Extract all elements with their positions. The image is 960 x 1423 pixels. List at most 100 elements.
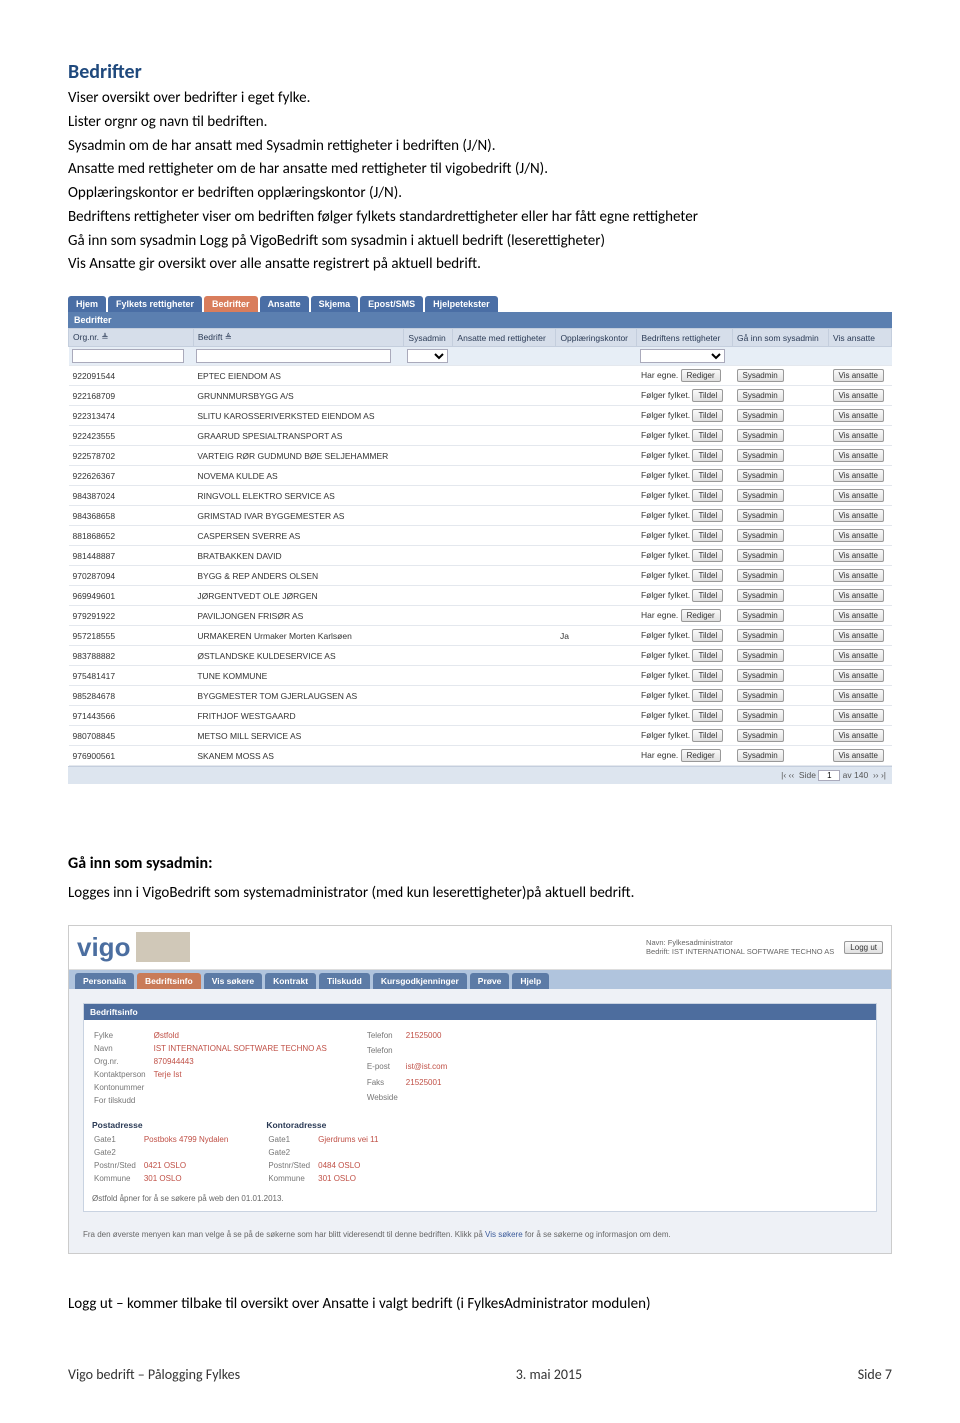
- tab-skjema[interactable]: Skjema: [311, 296, 359, 312]
- sysadmin-button[interactable]: Sysadmin: [737, 469, 784, 482]
- tildel-button[interactable]: Tildel: [692, 709, 723, 722]
- cell-ansatte-rett: [453, 486, 556, 506]
- tab2-personalia[interactable]: Personalia: [75, 973, 134, 989]
- tab-hjem[interactable]: Hjem: [68, 296, 106, 312]
- tildel-button[interactable]: Tildel: [692, 569, 723, 582]
- vis-ansatte-button[interactable]: Vis ansatte: [833, 669, 884, 682]
- vis-ansatte-button[interactable]: Vis ansatte: [833, 729, 884, 742]
- filter-input[interactable]: [196, 349, 390, 363]
- tab2-bedriftsinfo[interactable]: Bedriftsinfo: [137, 973, 201, 989]
- column-header[interactable]: Vis ansatte: [829, 329, 892, 347]
- vis-ansatte-button[interactable]: Vis ansatte: [833, 529, 884, 542]
- tildel-button[interactable]: Tildel: [692, 589, 723, 602]
- tildel-button[interactable]: Tildel: [692, 509, 723, 522]
- column-header[interactable]: Bedrift ≜: [193, 329, 404, 347]
- tildel-button[interactable]: Tildel: [692, 629, 723, 642]
- column-header[interactable]: Sysadmin: [404, 329, 453, 347]
- sysadmin-button[interactable]: Sysadmin: [737, 629, 784, 642]
- tab2-tilskudd[interactable]: Tilskudd: [319, 973, 370, 989]
- sysadmin-button[interactable]: Sysadmin: [737, 609, 784, 622]
- tab-hjelpetekster[interactable]: Hjelpetekster: [425, 296, 498, 312]
- vis-sokere-link[interactable]: Vis søkere: [485, 1230, 523, 1239]
- sysadmin-button[interactable]: Sysadmin: [737, 749, 784, 762]
- filter-select[interactable]: [407, 349, 448, 363]
- tab-epost-sms[interactable]: Epost/SMS: [360, 296, 423, 312]
- tab-bedrifter[interactable]: Bedrifter: [204, 296, 258, 312]
- vis-ansatte-button[interactable]: Vis ansatte: [833, 629, 884, 642]
- vis-ansatte-button[interactable]: Vis ansatte: [833, 489, 884, 502]
- tildel-button[interactable]: Tildel: [692, 469, 723, 482]
- tab2-prøve[interactable]: Prøve: [470, 973, 510, 989]
- tildel-button[interactable]: Tildel: [692, 429, 723, 442]
- sysadmin-button[interactable]: Sysadmin: [737, 649, 784, 662]
- tildel-button[interactable]: Tildel: [692, 649, 723, 662]
- pager-page-input[interactable]: [818, 770, 840, 781]
- column-header[interactable]: Opplæringskontor: [556, 329, 637, 347]
- vis-ansatte-button[interactable]: Vis ansatte: [833, 449, 884, 462]
- tab2-hjelp[interactable]: Hjelp: [512, 973, 549, 989]
- tildel-button[interactable]: Tildel: [692, 729, 723, 742]
- column-header[interactable]: Gå inn som sysadmin: [733, 329, 829, 347]
- vis-ansatte-button[interactable]: Vis ansatte: [833, 609, 884, 622]
- sysadmin-button[interactable]: Sysadmin: [737, 449, 784, 462]
- sysadmin-button[interactable]: Sysadmin: [737, 549, 784, 562]
- intro-line: Vis Ansatte gir oversikt over alle ansat…: [68, 254, 892, 276]
- vis-ansatte-button[interactable]: Vis ansatte: [833, 749, 884, 762]
- open-note: Østfold åpner for å se søkere på web den…: [92, 1194, 868, 1203]
- sysadmin-button[interactable]: Sysadmin: [737, 669, 784, 682]
- vis-ansatte-button[interactable]: Vis ansatte: [833, 549, 884, 562]
- vis-ansatte-button[interactable]: Vis ansatte: [833, 469, 884, 482]
- vis-ansatte-button[interactable]: Vis ansatte: [833, 389, 884, 402]
- cell-vis-ansatte: Vis ansatte: [829, 666, 892, 686]
- tildel-button[interactable]: Tildel: [692, 389, 723, 402]
- rediger-button[interactable]: Rediger: [681, 749, 721, 762]
- rediger-button[interactable]: Rediger: [681, 369, 721, 382]
- pager-arrows-left[interactable]: |‹ ‹‹: [781, 770, 794, 780]
- vis-ansatte-button[interactable]: Vis ansatte: [833, 589, 884, 602]
- filter-input[interactable]: [72, 349, 185, 363]
- form-value: Postboks 4799 Nydalen: [144, 1134, 235, 1145]
- vis-ansatte-button[interactable]: Vis ansatte: [833, 689, 884, 702]
- cell-sysadmin: [404, 606, 453, 626]
- tildel-button[interactable]: Tildel: [692, 409, 723, 422]
- tildel-button[interactable]: Tildel: [692, 669, 723, 682]
- sysadmin-button[interactable]: Sysadmin: [737, 529, 784, 542]
- vis-ansatte-button[interactable]: Vis ansatte: [833, 709, 884, 722]
- tab2-kontrakt[interactable]: Kontrakt: [265, 973, 316, 989]
- sysadmin-button[interactable]: Sysadmin: [737, 569, 784, 582]
- tildel-button[interactable]: Tildel: [692, 689, 723, 702]
- tab2-vis-søkere[interactable]: Vis søkere: [204, 973, 262, 989]
- sysadmin-button[interactable]: Sysadmin: [737, 429, 784, 442]
- tildel-button[interactable]: Tildel: [692, 529, 723, 542]
- vis-ansatte-button[interactable]: Vis ansatte: [833, 369, 884, 382]
- sysadmin-button[interactable]: Sysadmin: [737, 409, 784, 422]
- filter-select[interactable]: [640, 349, 725, 363]
- sysadmin-button[interactable]: Sysadmin: [737, 509, 784, 522]
- vis-ansatte-button[interactable]: Vis ansatte: [833, 429, 884, 442]
- tab-ansatte[interactable]: Ansatte: [260, 296, 309, 312]
- vis-ansatte-button[interactable]: Vis ansatte: [833, 509, 884, 522]
- tildel-button[interactable]: Tildel: [692, 489, 723, 502]
- sysadmin-button[interactable]: Sysadmin: [737, 709, 784, 722]
- column-header[interactable]: Bedriftens rettigheter: [637, 329, 733, 347]
- sysadmin-button[interactable]: Sysadmin: [737, 489, 784, 502]
- sysadmin-button[interactable]: Sysadmin: [737, 689, 784, 702]
- sysadmin-button[interactable]: Sysadmin: [737, 369, 784, 382]
- vis-ansatte-button[interactable]: Vis ansatte: [833, 409, 884, 422]
- sysadmin-button[interactable]: Sysadmin: [737, 729, 784, 742]
- rediger-button[interactable]: Rediger: [681, 609, 721, 622]
- vis-ansatte-button[interactable]: Vis ansatte: [833, 649, 884, 662]
- sysadmin-button[interactable]: Sysadmin: [737, 589, 784, 602]
- intro-line: Gå inn som sysadmin Logg på VigoBedrift …: [68, 231, 892, 253]
- sysadmin-button[interactable]: Sysadmin: [737, 389, 784, 402]
- tildel-button[interactable]: Tildel: [692, 549, 723, 562]
- logout-button[interactable]: Logg ut: [844, 941, 883, 954]
- tab-fylkets-rettigheter[interactable]: Fylkets rettigheter: [108, 296, 202, 312]
- vis-ansatte-button[interactable]: Vis ansatte: [833, 569, 884, 582]
- tab2-kursgodkjenninger[interactable]: Kursgodkjenninger: [373, 973, 467, 989]
- pager-arrows-right[interactable]: ›› ›|: [873, 770, 886, 780]
- column-header[interactable]: Org.nr. ≜: [69, 329, 194, 347]
- table-row: 922091544EPTEC EIENDOM ASHar egne. Redig…: [69, 366, 892, 386]
- column-header[interactable]: Ansatte med rettigheter: [453, 329, 556, 347]
- tildel-button[interactable]: Tildel: [692, 449, 723, 462]
